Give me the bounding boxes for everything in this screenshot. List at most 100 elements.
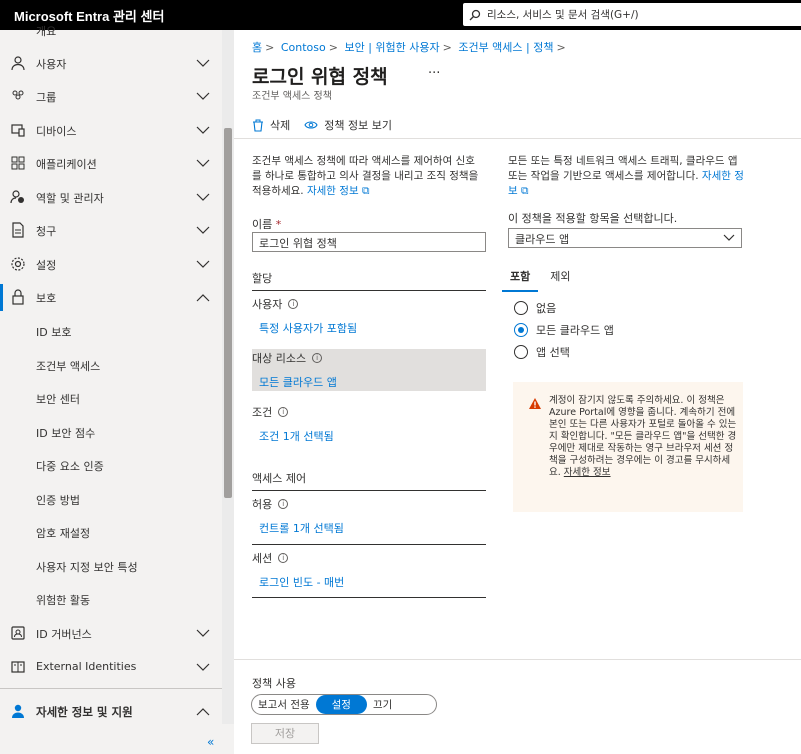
sidebar-item-secure-score[interactable]: ID 보안 점수 [0,416,222,449]
breadcrumb-risky-users[interactable]: 보안 | 위험한 사용자 [344,41,439,54]
sidebar-item-help[interactable]: 자세한 정보 및 지원 [0,695,222,728]
search-box[interactable]: 리소스, 서비스 및 문서 검색(G+/) [463,3,801,26]
sidebar-item-users[interactable]: 사용자 [0,47,222,80]
info-icon[interactable]: i [278,553,289,563]
external-link-icon: ⧉ [521,185,529,197]
section-divider [252,290,486,291]
breadcrumb-policies[interactable]: 조건부 액세스 | 정책 [458,41,553,54]
sidebar-item-auth-methods[interactable]: 인증 방법 [0,483,222,516]
sidebar-item-overview[interactable]: 개요 [0,14,222,47]
sidebar-item-label: 자세한 정보 및 지원 [36,705,133,719]
target-resources-label: 대상 리소스 i [252,350,323,366]
radio-select-apps[interactable]: 앱 선택 [514,344,570,360]
sidebar-item-billing[interactable]: 청구 [0,214,222,247]
sidebar-item-risky-activities[interactable]: 위험한 활동 [0,583,222,616]
target-resources-label-text: 대상 리소스 [252,352,307,365]
learn-more-link[interactable]: 자세한 정보 [307,185,359,197]
info-icon[interactable]: i [278,499,289,509]
page-subtitle: 조건부 액세스 정책 [252,91,332,102]
delete-button[interactable]: 삭제 [252,117,290,133]
users-selection-link[interactable]: 특정 사용자가 포함됨 [259,320,357,336]
chevron-down-icon[interactable] [196,159,210,168]
radio-label: 없음 [536,302,557,315]
search-placeholder[interactable]: 리소스, 서비스 및 문서 검색(G+/) [487,7,639,22]
apply-to-dropdown[interactable]: 클라우드 앱 [508,228,742,248]
sidebar-item-password-reset[interactable]: 암호 재설정 [0,516,222,549]
footer-divider [234,659,801,660]
tab-include[interactable]: 포함 [502,268,539,292]
sidebar-item-label: 위험한 활동 [36,594,91,607]
section-divider [252,490,486,491]
radio-button[interactable] [514,345,528,359]
sidebar-item-conditional-access[interactable]: 조건부 액세스 [0,349,222,382]
more-options-button[interactable]: ··· [428,66,440,81]
toggle-report-only[interactable]: 보고서 전용 [252,697,316,712]
sidebar-item-applications[interactable]: 애플리케이션 [0,147,222,180]
sidebar-item-external-identities[interactable]: External Identities [0,651,222,684]
chevron-down-icon[interactable] [196,126,210,135]
chevron-up-icon[interactable] [196,707,210,716]
info-icon[interactable]: i [312,353,323,363]
chevron-down-icon[interactable] [196,193,210,202]
conditions-label: 조건 i [252,404,289,420]
command-bar: 삭제 정책 정보 보기 [252,115,406,135]
sidebar-item-label: ID 보호 [36,326,72,339]
sidebar-item-custom-security-attributes[interactable]: 사용자 지정 보안 특성 [0,550,222,583]
breadcrumb-home[interactable]: 홈 [252,41,262,54]
chevron-down-icon[interactable] [196,92,210,101]
required-marker: * [275,218,282,231]
view-policy-info-button[interactable]: 정책 정보 보기 [304,117,392,133]
info-icon[interactable]: i [288,299,299,309]
chevron-down-icon[interactable] [196,260,210,269]
radio-all-cloud-apps[interactable]: 모든 클라우드 앱 [514,322,614,338]
active-indicator [0,284,3,311]
sidebar-item-devices[interactable]: 디바이스 [0,114,222,147]
sidebar-item-settings[interactable]: 설정 [0,248,222,281]
policy-name-input[interactable]: 로그인 위협 정책 [252,232,486,252]
info-icon[interactable]: i [278,407,289,417]
sidebar-scroll-thumb[interactable] [224,128,232,498]
lockout-warning: 계정이 잠기지 않도록 주의하세요. 이 정책은 Azure Portal에 영… [513,382,743,512]
collapse-sidebar-button[interactable]: « [207,735,214,749]
sidebar-item-protection[interactable]: 보호 [0,281,222,314]
warning-text: 계정이 잠기지 않도록 주의하세요. 이 정책은 Azure Portal에 영… [549,395,739,479]
sidebar-item-groups[interactable]: 그룹 [0,80,222,113]
sidebar-item-label: 애플리케이션 [36,158,97,171]
session-label: 세션 i [252,550,289,566]
page-title: 로그인 위협 정책 [252,66,388,88]
include-exclude-tabs: 포함 제외 [502,268,583,292]
enable-policy-toggle[interactable]: 보고서 전용 설정 끄기 [251,694,437,715]
chevron-up-icon[interactable] [196,293,210,302]
toggle-on[interactable]: 설정 [315,695,367,714]
sidebar-item-roles[interactable]: 역할 및 관리자 [0,181,222,214]
sidebar-item-label: 그룹 [36,91,57,104]
grant-link[interactable]: 컨트롤 1개 선택됨 [259,520,344,536]
sidebar-item-label: External Identities [36,660,137,673]
conditions-link[interactable]: 조건 1개 선택됨 [259,428,334,444]
tab-exclude[interactable]: 제외 [542,268,578,292]
breadcrumb: 홈 > Contoso > 보안 | 위험한 사용자 > 조건부 액세스 | 정책 > [252,39,569,55]
chevron-down-icon[interactable] [196,59,210,68]
sidebar-item-mfa[interactable]: 다중 요소 인증 [0,449,222,482]
radio-button[interactable] [514,323,528,337]
warning-learn-more-link[interactable]: 자세한 정보 [564,467,611,478]
chevron-down-icon[interactable] [196,629,210,638]
sidebar-divider [0,688,222,689]
chevron-down-icon[interactable] [196,663,210,672]
sidebar-item-label: ID 거버넌스 [36,628,92,641]
sidebar-item-security-center[interactable]: 보안 센터 [0,382,222,415]
trash-icon [253,119,263,132]
breadcrumb-tenant[interactable]: Contoso [281,41,326,54]
sidebar-item-id-protection[interactable]: ID 보호 [0,315,222,348]
save-button[interactable]: 저장 [251,723,319,744]
governance-icon [11,626,25,640]
chevron-down-icon[interactable] [196,226,210,235]
radio-button[interactable] [514,301,528,315]
session-link[interactable]: 로그인 빈도 - 매번 [259,574,344,590]
toggle-off[interactable]: 끄기 [367,697,398,712]
user-icon [11,56,25,71]
sidebar-scrollbar[interactable] [222,30,234,724]
target-resources-link[interactable]: 모든 클라우드 앱 [259,374,337,390]
radio-none[interactable]: 없음 [514,300,556,316]
sidebar-item-id-governance[interactable]: ID 거버넌스 [0,617,222,650]
